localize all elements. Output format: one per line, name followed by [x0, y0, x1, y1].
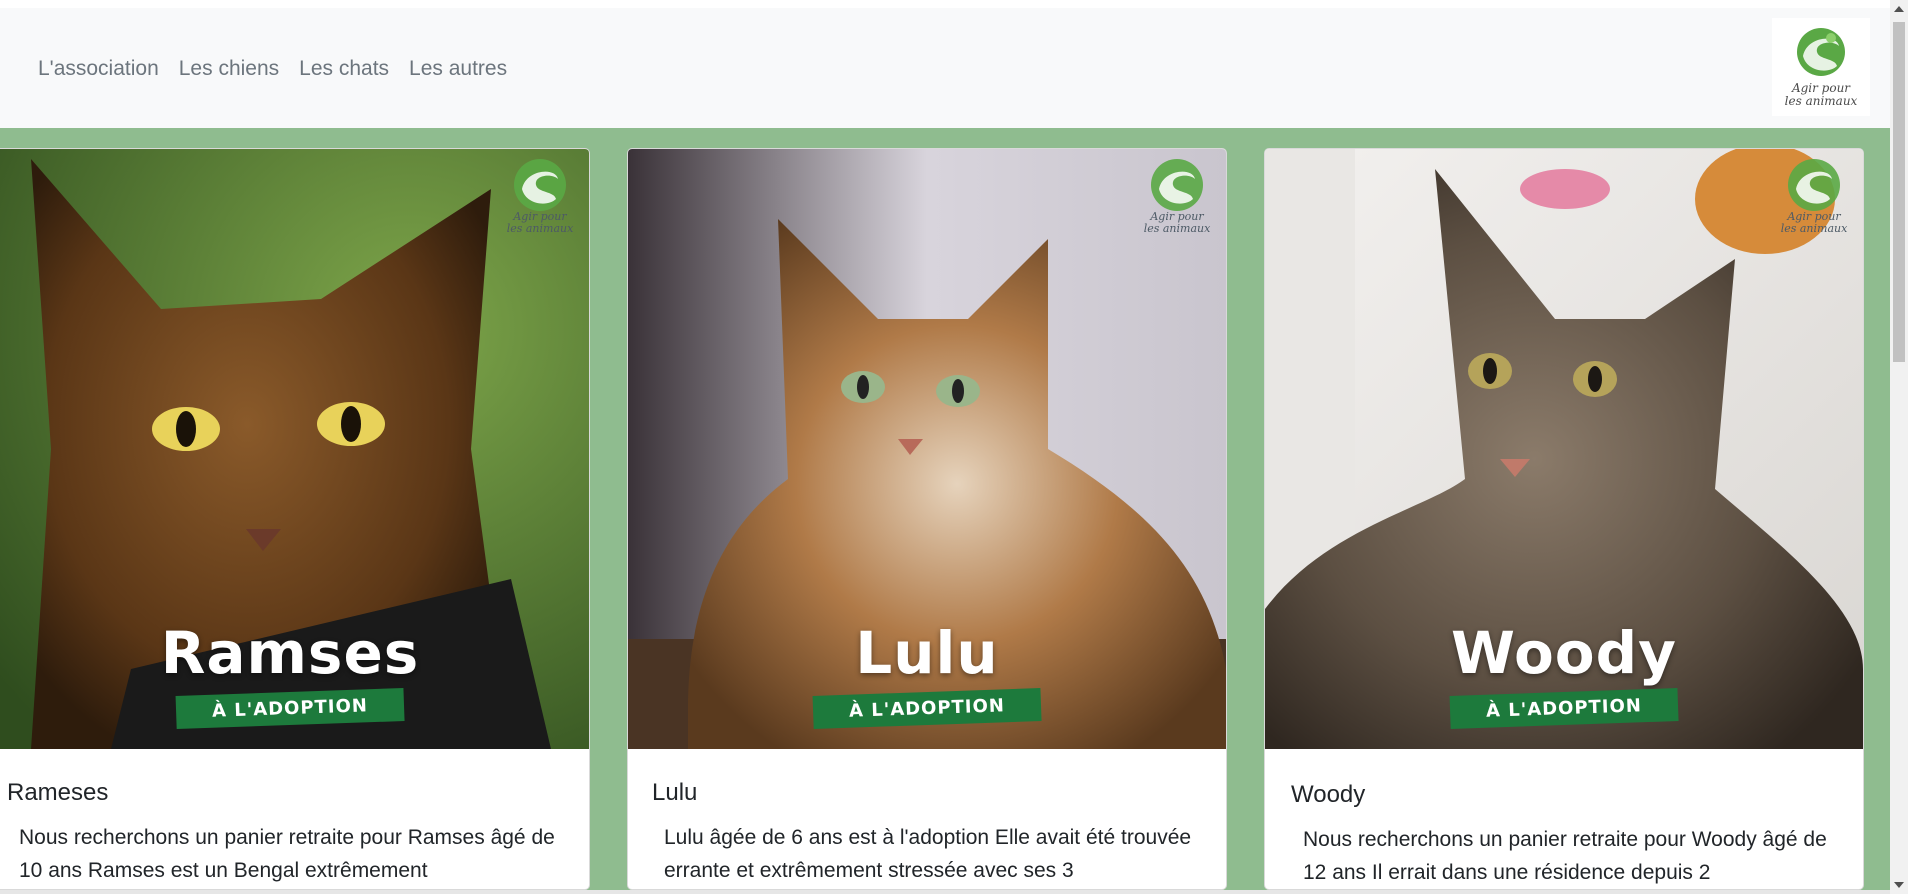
image-watermark-logo: Agir pour les animaux: [1138, 157, 1216, 249]
card-text: Lulu âgée de 6 ans est à l'adoption Elle…: [664, 826, 1192, 882]
card-lulu[interactable]: Agir pour les animaux Lulu À L'ADOPTION …: [627, 148, 1227, 890]
watermark-line-2: les animaux: [1780, 222, 1848, 235]
nav-link-autres[interactable]: Les autres: [399, 57, 517, 81]
watermark-text: Agir pour les animaux: [507, 211, 574, 235]
nav-link-chiens[interactable]: Les chiens: [169, 57, 289, 81]
card-title: Woody: [1291, 781, 1366, 808]
card-title: Lulu: [652, 779, 698, 806]
cards-section: Agir pour les animaux Ramses À L'ADOPTIO…: [0, 128, 1890, 894]
brand-line-2: les animaux: [1784, 94, 1858, 108]
scrollbar-thumb[interactable]: [1893, 22, 1905, 362]
card-woody[interactable]: Agir pour les animaux Woody À L'ADOPTION…: [1264, 148, 1864, 890]
scroll-up-arrow-icon[interactable]: [1894, 6, 1904, 12]
brand-text: Agir pour les animaux: [1785, 82, 1858, 108]
horizontal-scroll-edge: [0, 890, 1890, 894]
brand-logo[interactable]: Agir pour les animaux: [1772, 18, 1870, 116]
image-overlay-name: Woody: [1451, 619, 1677, 687]
nav-link-chats[interactable]: Les chats: [289, 57, 399, 81]
card-title: Rameses: [7, 779, 109, 806]
image-overlay-name: Lulu: [855, 619, 999, 687]
nav-links: L'association Les chiens Les chats Les a…: [28, 57, 517, 81]
image-watermark-logo: Agir pour les animaux: [501, 157, 579, 249]
watermark-text: Agir pour les animaux: [1781, 211, 1848, 235]
swirl-logo-icon: [514, 159, 566, 211]
image-watermark-logo: Agir pour les animaux: [1775, 157, 1853, 249]
card-text: Nous recherchons un panier retraite pour…: [19, 826, 555, 882]
scroll-down-arrow-icon[interactable]: [1894, 882, 1904, 888]
watermark-line-2: les animaux: [1143, 222, 1211, 235]
swirl-logo-icon: [1151, 159, 1203, 211]
card-rameses[interactable]: Agir pour les animaux Ramses À L'ADOPTIO…: [0, 148, 590, 890]
swirl-logo-icon: [1797, 28, 1845, 76]
swirl-logo-icon: [1788, 159, 1840, 211]
navbar: L'association Les chiens Les chats Les a…: [0, 8, 1890, 128]
watermark-line-2: les animaux: [506, 222, 574, 235]
vertical-scrollbar[interactable]: [1890, 0, 1908, 894]
image-overlay-name: Ramses: [160, 619, 420, 687]
watermark-text: Agir pour les animaux: [1144, 211, 1211, 235]
card-text: Nous recherchons un panier retraite pour…: [1303, 828, 1827, 884]
nav-link-association[interactable]: L'association: [28, 57, 169, 81]
